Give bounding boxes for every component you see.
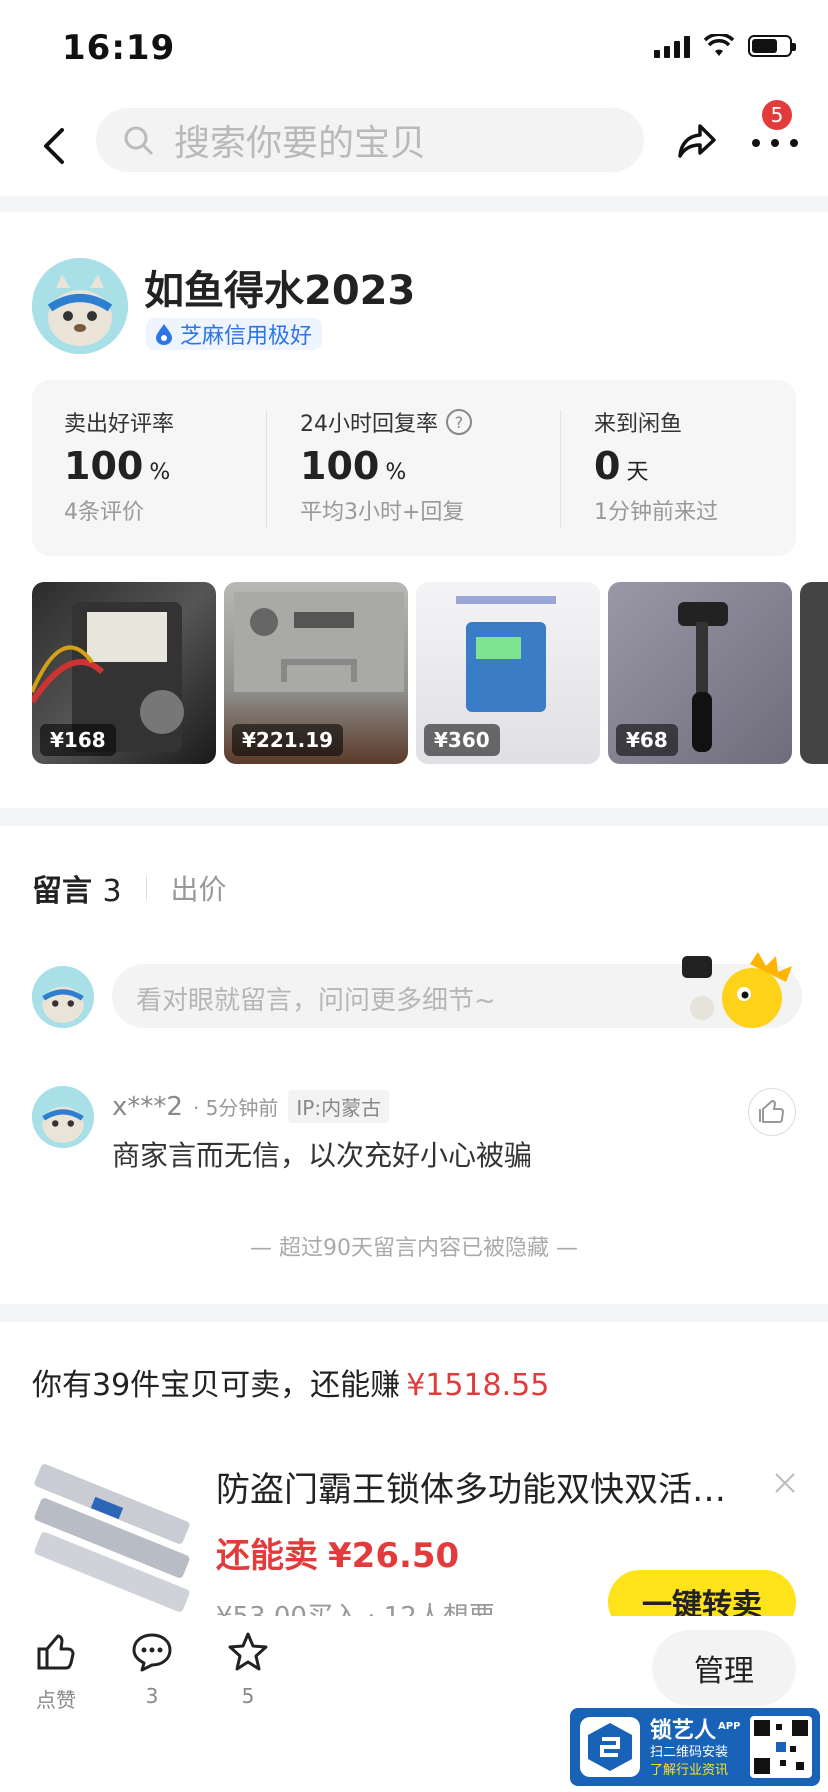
ip-location: IP:内蒙古 bbox=[288, 1090, 390, 1123]
thumbs-up-icon[interactable] bbox=[748, 1088, 796, 1136]
comment-count: 3 bbox=[102, 874, 122, 909]
resale-amount: ¥26.50 bbox=[328, 1536, 460, 1576]
stat-divider bbox=[266, 410, 267, 528]
manage-button[interactable]: 管理 bbox=[652, 1630, 796, 1706]
search-bar[interactable]: 搜索你要的宝贝 bbox=[96, 108, 644, 172]
search-placeholder: 搜索你要的宝贝 bbox=[174, 123, 427, 164]
seller-stats: 卖出好评率 100% 4条评价 24小时回复率? 100% 平均3小时+回复 来… bbox=[32, 380, 796, 556]
status-time: 16:19 bbox=[62, 28, 176, 68]
stat-good-rate: 卖出好评率 100% 4条评价 bbox=[64, 406, 174, 526]
notification-badge: 5 bbox=[762, 100, 792, 130]
tab-comments[interactable]: 留言 3 bbox=[32, 866, 122, 910]
status-icons bbox=[654, 34, 796, 58]
stat-sub: 平均3小时+回复 bbox=[300, 500, 465, 525]
stat-value: 100 bbox=[64, 444, 144, 488]
search-icon bbox=[124, 126, 153, 155]
item-price: ¥221.19 bbox=[232, 724, 344, 756]
favorite-button[interactable]: 5 bbox=[218, 1630, 278, 1708]
wifi-icon bbox=[704, 34, 734, 56]
favorite-count: 5 bbox=[241, 1684, 255, 1708]
comment-count-bottom: 3 bbox=[145, 1684, 159, 1708]
ad-logo bbox=[580, 1717, 640, 1777]
stat-label: 来到闲鱼 bbox=[594, 412, 683, 437]
star-icon bbox=[228, 1632, 268, 1671]
my-avatar bbox=[32, 966, 94, 1028]
product-name[interactable]: 防盗门霸王锁体多功能双快双活… bbox=[216, 1462, 736, 1511]
back-arrow-icon[interactable] bbox=[34, 124, 78, 168]
stat-sub: 1分钟前来过 bbox=[594, 500, 718, 525]
stat-label: 卖出好评率 bbox=[64, 412, 175, 437]
credit-badge[interactable]: 芝麻信用极好 bbox=[146, 318, 323, 350]
tab-offers[interactable]: 出价 bbox=[171, 868, 227, 908]
lock-body-image bbox=[34, 1464, 190, 1612]
comment-button[interactable]: 3 bbox=[122, 1630, 182, 1708]
item-thumbnail[interactable] bbox=[800, 582, 828, 764]
chat-bubble-icon bbox=[132, 1633, 172, 1672]
stat-reply-rate: 24小时回复率? 100% 平均3小时+回复 bbox=[300, 406, 472, 526]
tab-comments-label: 留言 bbox=[32, 874, 92, 909]
resell-title: 你有39件宝贝可卖，还能赚 ¥1518.55 bbox=[32, 1360, 549, 1404]
ad-text: 锁艺人 APP 扫二维码安装 了解行业资讯 bbox=[650, 1714, 740, 1780]
seller-name: 如鱼得水2023 bbox=[144, 268, 416, 314]
hidden-comments-note: — 超过90天留言内容已被隐藏 — bbox=[250, 1236, 578, 1261]
item-price: ¥360 bbox=[424, 724, 500, 756]
commenter-name[interactable]: x***2 bbox=[112, 1092, 183, 1122]
seller-items-strip: ¥168 ¥221.19 ¥360 ¥68 bbox=[32, 582, 828, 764]
resell-title-text: 你有39件宝贝可卖，还能赚 bbox=[32, 1368, 401, 1403]
help-icon[interactable]: ? bbox=[446, 409, 472, 435]
stat-unit: % bbox=[385, 460, 407, 485]
tab-divider bbox=[145, 875, 147, 901]
credit-label: 芝麻信用极好 bbox=[180, 324, 313, 349]
comment-time: · 5分钟前 bbox=[192, 1096, 279, 1120]
sesame-credit-icon bbox=[156, 324, 172, 345]
qr-code-icon bbox=[750, 1716, 812, 1778]
stat-days: 来到闲鱼 0天 1分钟前来过 bbox=[594, 406, 718, 526]
item-price: ¥168 bbox=[40, 724, 116, 756]
item-thumbnail[interactable]: ¥221.19 bbox=[224, 582, 408, 764]
battery-icon bbox=[748, 35, 796, 57]
resell-amount: ¥1518.55 bbox=[406, 1368, 550, 1403]
ad-line3: 了解行业资讯 bbox=[650, 1763, 729, 1779]
mascot-fish-icon bbox=[682, 952, 792, 1028]
item-thumbnail[interactable]: ¥68 bbox=[608, 582, 792, 764]
comment-input[interactable]: 看对眼就留言，问问更多细节~ bbox=[112, 952, 802, 1028]
signal-icon bbox=[654, 34, 690, 58]
ad-title: 锁艺人 bbox=[650, 1718, 717, 1744]
seller-avatar[interactable] bbox=[32, 258, 128, 354]
comment-text: 商家言而无信，以次充好小心被骗 bbox=[112, 1139, 533, 1172]
item-thumbnail[interactable]: ¥168 bbox=[32, 582, 216, 764]
stat-value: 0 bbox=[594, 444, 621, 488]
like-label: 点赞 bbox=[36, 1688, 76, 1712]
app-ad-banner[interactable]: 锁艺人 APP 扫二维码安装 了解行业资讯 bbox=[570, 1708, 820, 1786]
stat-unit: % bbox=[149, 460, 171, 485]
stat-label: 24小时回复率 bbox=[300, 412, 438, 437]
like-button[interactable]: 点赞 bbox=[26, 1630, 86, 1713]
ad-app-label: APP bbox=[718, 1720, 741, 1732]
comment-header: x***2 · 5分钟前 IP:内蒙古 bbox=[112, 1090, 390, 1123]
stat-value: 100 bbox=[300, 444, 380, 488]
share-icon[interactable] bbox=[674, 118, 720, 164]
stat-divider bbox=[560, 410, 561, 528]
commenter-avatar[interactable] bbox=[32, 1086, 94, 1148]
comment-placeholder: 看对眼就留言，问问更多细节~ bbox=[136, 986, 496, 1016]
item-thumbnail[interactable]: ¥360 bbox=[416, 582, 600, 764]
item-price: ¥68 bbox=[616, 724, 678, 756]
thumbs-up-icon bbox=[37, 1634, 75, 1670]
product-image[interactable] bbox=[32, 1462, 192, 1622]
resale-price: 还能卖 ¥26.50 bbox=[216, 1528, 459, 1577]
ad-line2: 扫二维码安装 bbox=[650, 1745, 729, 1761]
stat-unit: 天 bbox=[626, 460, 649, 485]
close-icon[interactable] bbox=[772, 1470, 798, 1496]
resale-label: 还能卖 bbox=[216, 1536, 318, 1576]
comment-tabs: 留言 3 出价 bbox=[32, 866, 227, 910]
stat-sub: 4条评价 bbox=[64, 500, 144, 525]
